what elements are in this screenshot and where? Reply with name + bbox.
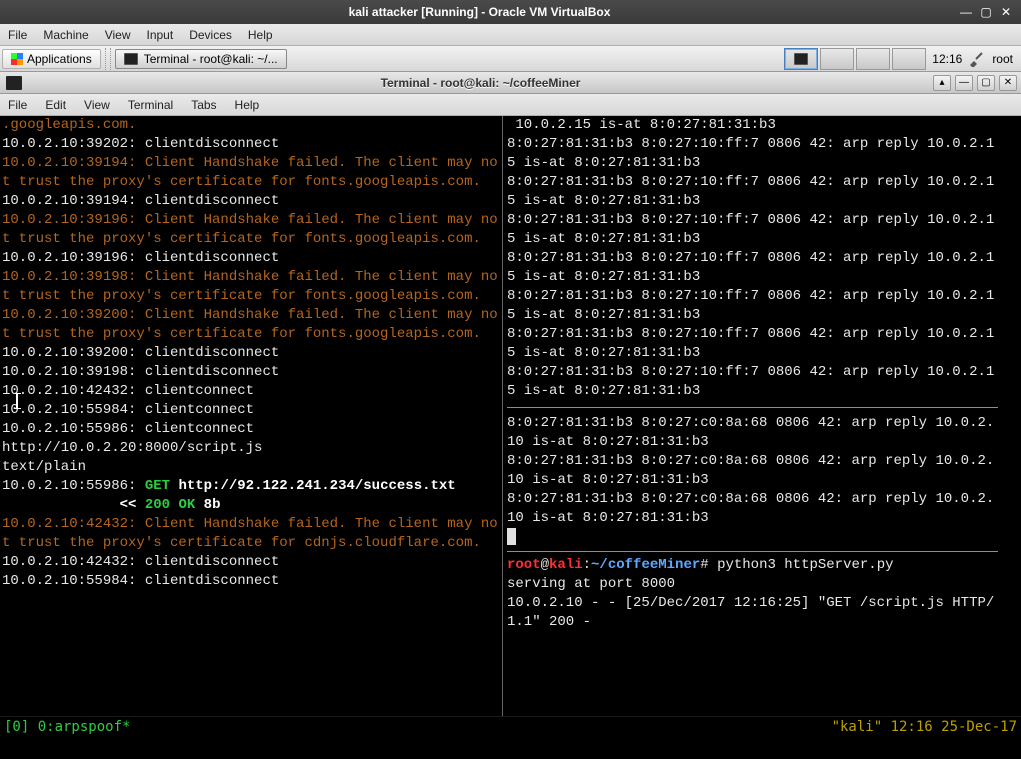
- cursor: [507, 528, 516, 545]
- terminal-line: 8:0:27:81:31:b3 8:0:27:c0:8a:68 0806 42:…: [507, 452, 998, 490]
- menu-help[interactable]: Help: [248, 28, 273, 42]
- pane-left[interactable]: .googleapis.com.10.0.2.10:39202: clientd…: [0, 116, 502, 716]
- terminal-line: 8:0:27:81:31:b3 8:0:27:10:ff:7 0806 42: …: [507, 249, 998, 287]
- terminal-line: 8:0:27:81:31:b3 8:0:27:c0:8a:68 0806 42:…: [507, 414, 998, 452]
- terminal-title: Terminal - root@kali: ~/coffeeMiner: [28, 76, 933, 90]
- task-separator: [105, 48, 111, 70]
- terminal-line: 8:0:27:81:31:b3 8:0:27:c0:8a:68 0806 42:…: [507, 490, 998, 528]
- terminal-icon: [124, 53, 138, 65]
- terminal-line: 10.0.2.10:42432: clientdisconnect: [2, 553, 500, 572]
- http-ok-line: << 200 OK 8b: [2, 496, 500, 515]
- arpspoof-output-mid: 8:0:27:81:31:b3 8:0:27:c0:8a:68 0806 42:…: [507, 414, 998, 528]
- pane-right[interactable]: 10.0.2.15 is-at 8:0:27:81:31:b38:0:27:81…: [503, 116, 1002, 716]
- tmux-status-left: [0] 0:arpspoof*: [4, 719, 130, 735]
- terminal-line: 10.0.2.10:55984: clientconnect: [2, 401, 500, 420]
- taskbar-right: 12:16 root: [784, 48, 1019, 70]
- applications-button[interactable]: Applications: [2, 49, 101, 69]
- workspace-1[interactable]: [784, 48, 818, 70]
- terminal-line: .googleapis.com.: [2, 116, 500, 135]
- clock: 12:16: [928, 52, 966, 66]
- maximize-icon[interactable]: ▢: [977, 75, 995, 91]
- terminal-line: 10.0.2.10:39200: clientdisconnect: [2, 344, 500, 363]
- text-cursor-ibeam: [16, 393, 18, 409]
- tmux-statusbar: [0] 0:arpspoof* "kali" 12:16 25-Dec-17: [0, 716, 1021, 737]
- vbox-title: kali attacker [Running] - Oracle VM Virt…: [0, 5, 959, 19]
- terminal-line: 10.0.2.10:39196: Client Handshake failed…: [2, 211, 500, 249]
- terminal-line: 8:0:27:81:31:b3 8:0:27:10:ff:7 0806 42: …: [507, 325, 998, 363]
- terminal-line: 10.0.2.10:39194: Client Handshake failed…: [2, 154, 500, 192]
- menu-devices[interactable]: Devices: [189, 28, 232, 42]
- terminal-line: 10.0.2.10:39198: clientdisconnect: [2, 363, 500, 382]
- terminal-line: 10.0.2.10:39202: clientdisconnect: [2, 135, 500, 154]
- menu-file[interactable]: File: [8, 28, 27, 42]
- terminal-line: 8:0:27:81:31:b3 8:0:27:10:ff:7 0806 42: …: [507, 173, 998, 211]
- taskbar-item-label: Terminal - root@kali: ~/...: [144, 52, 278, 66]
- arpspoof-output-top: 10.0.2.15 is-at 8:0:27:81:31:b38:0:27:81…: [507, 116, 998, 401]
- minimize-icon[interactable]: —: [959, 5, 973, 19]
- close-icon[interactable]: ✕: [999, 75, 1017, 91]
- term-menu-help[interactable]: Help: [235, 98, 260, 112]
- shade-icon[interactable]: ▴: [933, 75, 951, 91]
- applications-label: Applications: [27, 52, 92, 66]
- terminal-line: 8:0:27:81:31:b3 8:0:27:10:ff:7 0806 42: …: [507, 211, 998, 249]
- terminal-line: 10.0.2.15 is-at 8:0:27:81:31:b3: [507, 116, 998, 135]
- tmux-status-right: "kali" 12:16 25-Dec-17: [832, 719, 1017, 735]
- taskbar-item-terminal[interactable]: Terminal - root@kali: ~/...: [115, 49, 287, 69]
- terminal-line: 10.0.2.10:55984: clientdisconnect: [2, 572, 500, 591]
- terminal-line: 10.0.2.10:39194: clientdisconnect: [2, 192, 500, 211]
- vbox-window-controls: — ▢ ✕: [959, 5, 1021, 19]
- terminal-window-controls: ▴ — ▢ ✕: [933, 75, 1021, 91]
- terminal-line: 10.0.2.10:42432: Client Handshake failed…: [2, 515, 500, 553]
- term-menu-file[interactable]: File: [8, 98, 27, 112]
- pane-divider-horizontal[interactable]: [507, 407, 998, 408]
- terminal-line: 10.0.2.10:39198: Client Handshake failed…: [2, 268, 500, 306]
- maximize-icon[interactable]: ▢: [979, 5, 993, 19]
- picker-icon[interactable]: [968, 51, 984, 67]
- terminal-line: 8:0:27:81:31:b3 8:0:27:10:ff:7 0806 42: …: [507, 287, 998, 325]
- terminal-window-icon: [6, 76, 22, 90]
- term-menu-tabs[interactable]: Tabs: [191, 98, 216, 112]
- terminal-line: 10.0.2.10:55986: clientconnect: [2, 420, 500, 439]
- terminal-line: 10.0.2.10:39200: Client Handshake failed…: [2, 306, 500, 344]
- prompt-line: root@kali:~/coffeeMiner# python3 httpSer…: [507, 556, 998, 575]
- terminal-menubar: File Edit View Terminal Tabs Help: [0, 94, 1021, 116]
- cursor-line: [507, 528, 998, 547]
- terminal-line: serving at port 8000: [507, 575, 998, 594]
- terminal-line: 8:0:27:81:31:b3 8:0:27:10:ff:7 0806 42: …: [507, 135, 998, 173]
- terminal-line: text/plain: [2, 458, 500, 477]
- terminal-line: 10.0.2.10:39196: clientdisconnect: [2, 249, 500, 268]
- user-label[interactable]: root: [986, 52, 1019, 66]
- term-menu-terminal[interactable]: Terminal: [128, 98, 173, 112]
- vbox-titlebar: kali attacker [Running] - Oracle VM Virt…: [0, 0, 1021, 24]
- term-menu-edit[interactable]: Edit: [45, 98, 66, 112]
- terminal-line: 8:0:27:81:31:b3 8:0:27:10:ff:7 0806 42: …: [507, 363, 998, 401]
- terminal-line: 10.0.2.10 - - [25/Dec/2017 12:16:25] "GE…: [507, 594, 998, 632]
- terminal-line: 10.0.2.10:42432: clientconnect: [2, 382, 500, 401]
- apps-icon: [11, 53, 23, 65]
- terminal-window: Terminal - root@kali: ~/coffeeMiner ▴ — …: [0, 72, 1021, 737]
- close-icon[interactable]: ✕: [999, 5, 1013, 19]
- minimize-icon[interactable]: —: [955, 75, 973, 91]
- menu-input[interactable]: Input: [147, 28, 174, 42]
- http-get-line: 10.0.2.10:55986: GET http://92.122.241.2…: [2, 477, 500, 496]
- pane-divider-horizontal-2[interactable]: [507, 551, 998, 552]
- terminal-body[interactable]: .googleapis.com.10.0.2.10:39202: clientd…: [0, 116, 1021, 716]
- terminal-icon: [794, 53, 808, 65]
- workspace-3[interactable]: [856, 48, 890, 70]
- httpserver-output: serving at port 800010.0.2.10 - - [25/De…: [507, 575, 998, 632]
- menu-view[interactable]: View: [105, 28, 131, 42]
- guest-taskbar: Applications Terminal - root@kali: ~/...…: [0, 46, 1021, 72]
- term-menu-view[interactable]: View: [84, 98, 110, 112]
- vbox-menubar: File Machine View Input Devices Help: [0, 24, 1021, 46]
- terminal-titlebar[interactable]: Terminal - root@kali: ~/coffeeMiner ▴ — …: [0, 72, 1021, 94]
- workspace-2[interactable]: [820, 48, 854, 70]
- terminal-line: http://10.0.2.20:8000/script.js: [2, 439, 500, 458]
- menu-machine[interactable]: Machine: [43, 28, 88, 42]
- workspace-4[interactable]: [892, 48, 926, 70]
